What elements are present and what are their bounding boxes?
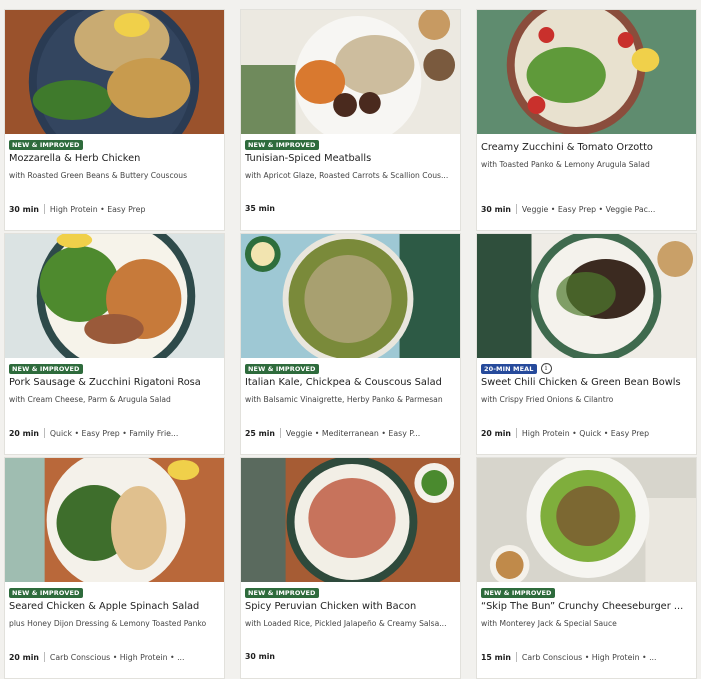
cook-time: 20 min	[481, 428, 511, 438]
divider	[43, 204, 45, 214]
new-improved-badge: NEW & IMPROVED	[481, 587, 555, 598]
recipe-meta: 15 min Carb Conscious • High Protein • .…	[481, 652, 692, 662]
cook-time: 25 min	[245, 428, 275, 438]
recipe-card-tunisian-meatballs[interactable]: NEW & IMPROVED Tunisian-Spiced Meatballs…	[240, 9, 461, 231]
new-improved-badge: NEW & IMPROVED	[9, 363, 83, 374]
new-improved-badge: NEW & IMPROVED	[245, 139, 319, 150]
new-improved-badge: NEW & IMPROVED	[245, 363, 319, 374]
recipe-title[interactable]: “Skip The Bun” Crunchy Cheeseburger ...	[481, 601, 692, 612]
new-improved-badge: NEW & IMPROVED	[9, 139, 83, 150]
recipe-title[interactable]: Pork Sausage & Zucchini Rigatoni Rosa	[9, 377, 220, 388]
recipe-photo[interactable]	[5, 458, 224, 582]
recipe-card-spicy-peruvian-chicken[interactable]: NEW & IMPROVED Spicy Peruvian Chicken wi…	[240, 457, 461, 679]
recipe-card-italian-kale-salad[interactable]: NEW & IMPROVED Italian Kale, Chickpea & …	[240, 233, 461, 455]
cook-time: 15 min	[481, 652, 511, 662]
recipe-grid: NEW & IMPROVED Mozzarella & Herb Chicken…	[0, 0, 701, 679]
recipe-photo[interactable]	[477, 10, 696, 134]
twenty-min-meal-badge: 20-MIN MEAL	[481, 363, 537, 374]
recipe-title[interactable]: Italian Kale, Chickpea & Couscous Salad	[245, 377, 456, 388]
recipe-meta: 20 min Quick • Easy Prep • Family Frie..…	[9, 428, 220, 438]
recipe-tags: Veggie • Mediterranean • Easy P...	[285, 428, 421, 438]
recipe-title[interactable]: Spicy Peruvian Chicken with Bacon	[245, 601, 456, 612]
recipe-tags: Carb Conscious • High Protein • ...	[49, 652, 185, 662]
recipe-subtitle: with Cream Cheese, Parm & Arugula Salad	[9, 395, 171, 404]
divider	[515, 652, 517, 662]
recipe-card-seared-chicken-apple-salad[interactable]: NEW & IMPROVED Seared Chicken & Apple Sp…	[4, 457, 225, 679]
recipe-photo[interactable]	[5, 10, 224, 134]
new-improved-badge: NEW & IMPROVED	[9, 587, 83, 598]
recipe-photo[interactable]	[241, 10, 460, 134]
recipe-subtitle: plus Honey Dijon Dressing & Lemony Toast…	[9, 619, 207, 628]
recipe-subtitle: with Monterey Jack & Special Sauce	[481, 619, 617, 628]
divider	[515, 204, 517, 214]
recipe-subtitle: with Loaded Rice, Pickled Jalapeño & Cre…	[245, 619, 447, 628]
recipe-title[interactable]: Mozzarella & Herb Chicken	[9, 153, 220, 164]
recipe-card-zucchini-orzotto[interactable]: Creamy Zucchini & Tomato Orzotto with To…	[476, 9, 697, 231]
cook-time: 20 min	[9, 428, 39, 438]
cook-time: 35 min	[245, 204, 275, 213]
recipe-tags: Veggie • Easy Prep • Veggie Pac...	[521, 204, 656, 214]
recipe-card-skip-the-bun-cheeseburger[interactable]: NEW & IMPROVED “Skip The Bun” Crunchy Ch…	[476, 457, 697, 679]
recipe-tags: Quick • Easy Prep • Family Frie...	[49, 428, 179, 438]
recipe-photo[interactable]	[241, 234, 460, 358]
info-icon[interactable]: i	[540, 363, 552, 374]
divider	[515, 428, 517, 438]
recipe-photo[interactable]	[241, 458, 460, 582]
recipe-subtitle: with Apricot Glaze, Roasted Carrots & Sc…	[245, 171, 449, 180]
divider	[43, 428, 45, 438]
recipe-meta: 30 min	[245, 652, 456, 661]
recipe-photo[interactable]	[5, 234, 224, 358]
recipe-meta: 20 min Carb Conscious • High Protein • .…	[9, 652, 220, 662]
recipe-card-pork-sausage-rigatoni[interactable]: NEW & IMPROVED Pork Sausage & Zucchini R…	[4, 233, 225, 455]
recipe-photo[interactable]	[477, 458, 696, 582]
recipe-title[interactable]: Creamy Zucchini & Tomato Orzotto	[481, 142, 692, 153]
recipe-subtitle: with Toasted Panko & Lemony Arugula Sala…	[481, 160, 650, 169]
divider	[279, 428, 281, 438]
recipe-card-mozzarella-herb-chicken[interactable]: NEW & IMPROVED Mozzarella & Herb Chicken…	[4, 9, 225, 231]
recipe-subtitle: with Crispy Fried Onions & Cilantro	[481, 395, 614, 404]
cook-time: 30 min	[245, 652, 275, 661]
recipe-tags: High Protein • Quick • Easy Prep	[521, 428, 650, 438]
recipe-photo[interactable]	[477, 234, 696, 358]
recipe-meta: 35 min	[245, 204, 456, 213]
cook-time: 30 min	[9, 204, 39, 214]
recipe-meta: 30 min High Protein • Easy Prep	[9, 204, 220, 214]
recipe-meta: 30 min Veggie • Easy Prep • Veggie Pac..…	[481, 204, 692, 214]
recipe-subtitle: with Balsamic Vinaigrette, Herby Panko &…	[245, 395, 443, 404]
recipe-title[interactable]: Sweet Chili Chicken & Green Bean Bowls	[481, 377, 692, 388]
recipe-card-sweet-chili-chicken[interactable]: 20-MIN MEAL i Sweet Chili Chicken & Gree…	[476, 233, 697, 455]
recipe-meta: 20 min High Protein • Quick • Easy Prep	[481, 428, 692, 438]
recipe-subtitle: with Roasted Green Beans & Buttery Cousc…	[9, 171, 188, 180]
cook-time: 30 min	[481, 204, 511, 214]
cook-time: 20 min	[9, 652, 39, 662]
recipe-title[interactable]: Tunisian-Spiced Meatballs	[245, 153, 456, 164]
recipe-meta: 25 min Veggie • Mediterranean • Easy P..…	[245, 428, 456, 438]
recipe-tags: Carb Conscious • High Protein • ...	[521, 652, 657, 662]
new-improved-badge: NEW & IMPROVED	[245, 587, 319, 598]
divider	[43, 652, 45, 662]
recipe-tags: High Protein • Easy Prep	[49, 204, 146, 214]
recipe-title[interactable]: Seared Chicken & Apple Spinach Salad	[9, 601, 220, 612]
